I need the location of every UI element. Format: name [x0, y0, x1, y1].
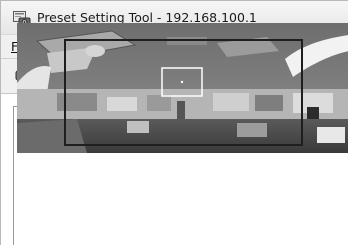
panoramic-camera-view[interactable] [17, 23, 348, 153]
target-center-marker [180, 80, 184, 84]
preset-setting-tool-window: Preset Setting Tool - 192.168.100.1 File… [0, 0, 348, 245]
